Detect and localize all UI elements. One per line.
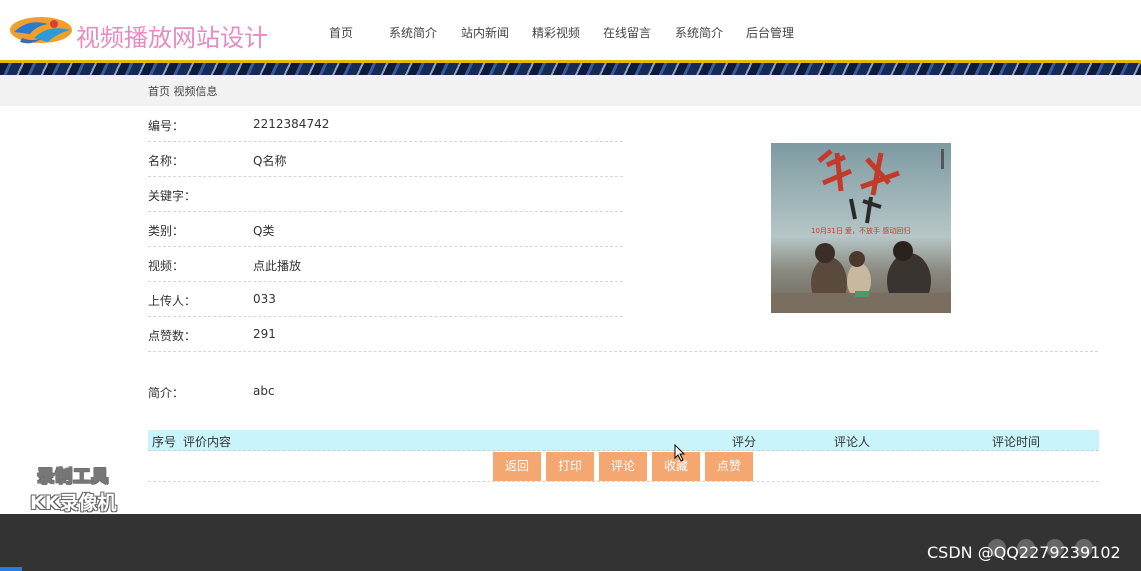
site-header: 视频播放网站设计 首页 系统简介 站内新闻 精彩视频 在线留言 系统简介 后台管…: [0, 0, 1141, 60]
back-button[interactable]: 返回: [493, 452, 541, 481]
watermark-line1: 录制工具: [37, 467, 110, 488]
detail-label: 点赞数：: [148, 329, 197, 343]
breadcrumb: 首页 视频信息: [148, 85, 218, 98]
comments-table-header: 序号 评价内容 评分 评论人 评论时间: [148, 430, 1099, 451]
col-commenter: 评论人: [834, 435, 871, 449]
print-button[interactable]: 打印: [546, 452, 594, 481]
nav-messages[interactable]: 在线留言: [603, 24, 675, 41]
poster-date-text: 10月31日 爱，不放手 感动回归: [811, 226, 910, 235]
detail-value: Q名称: [253, 154, 287, 168]
detail-row-keywords: 关键字：: [148, 177, 623, 212]
col-content: 评价内容: [183, 435, 232, 449]
site-logo-icon[interactable]: [8, 12, 74, 48]
play-video-link[interactable]: 点此播放: [253, 257, 301, 274]
nav-home[interactable]: 首页: [329, 24, 389, 41]
nav-about[interactable]: 系统简介: [389, 24, 461, 41]
detail-label: 关键字：: [148, 189, 197, 203]
nav-news[interactable]: 站内新闻: [461, 24, 532, 41]
page: 视频播放网站设计 首页 系统简介 站内新闻 精彩视频 在线留言 系统简介 后台管…: [0, 0, 1141, 571]
header-banner: [0, 63, 1141, 75]
main-nav: 首页 系统简介 站内新闻 精彩视频 在线留言 系统简介 后台管理: [318, 24, 794, 41]
video-poster[interactable]: 10月31日 爱，不放手 感动回归: [771, 143, 951, 313]
detail-row-uploader: 上传人： 033: [148, 282, 623, 317]
detail-label: 上传人：: [148, 294, 197, 308]
detail-label: 简介：: [148, 386, 185, 400]
taskbar-edge: [0, 567, 22, 571]
breadcrumb-bar: 首页 视频信息: [0, 75, 1141, 106]
detail-value: 033: [253, 292, 276, 306]
detail-label: 编号：: [148, 119, 185, 133]
detail-label: 类别：: [148, 224, 185, 238]
detail-value: abc: [253, 384, 275, 398]
site-footer: CSDN @QQ2279239102: [0, 514, 1141, 571]
site-title: 视频播放网站设计: [76, 24, 268, 52]
recorder-watermark: 录制工具 KK录像机: [30, 462, 116, 515]
csdn-watermark: CSDN @QQ2279239102: [927, 543, 1121, 562]
detail-row-intro: 简介： abc: [148, 374, 1098, 409]
detail-value: Q类: [253, 224, 275, 238]
like-button[interactable]: 点赞: [705, 452, 753, 481]
detail-label: 名称：: [148, 154, 185, 168]
detail-row-name: 名称： Q名称: [148, 142, 623, 177]
watermark-line2: KK录像机: [30, 492, 117, 514]
detail-value: 2212384742: [253, 117, 330, 131]
col-score: 评分: [732, 435, 757, 449]
nav-videos[interactable]: 精彩视频: [532, 24, 603, 41]
action-buttons: 返回 打印 评论 收藏 点赞: [148, 452, 1099, 482]
nav-system-intro[interactable]: 系统简介: [675, 24, 746, 41]
detail-row-video: 视频： 点此播放: [148, 247, 623, 282]
detail-row-id: 编号： 2212384742: [148, 107, 623, 142]
detail-value: 291: [253, 327, 276, 341]
detail-label: 视频：: [148, 259, 185, 273]
mouse-cursor-icon: [674, 444, 686, 462]
detail-row-likes: 点赞数： 291: [148, 317, 1098, 352]
col-time: 评论时间: [992, 435, 1041, 449]
comment-button[interactable]: 评论: [599, 452, 647, 481]
poster-image-icon: 10月31日 爱，不放手 感动回归: [771, 143, 951, 313]
col-index: 序号: [152, 435, 177, 449]
nav-admin[interactable]: 后台管理: [746, 24, 794, 41]
detail-row-category: 类别： Q类: [148, 212, 623, 247]
